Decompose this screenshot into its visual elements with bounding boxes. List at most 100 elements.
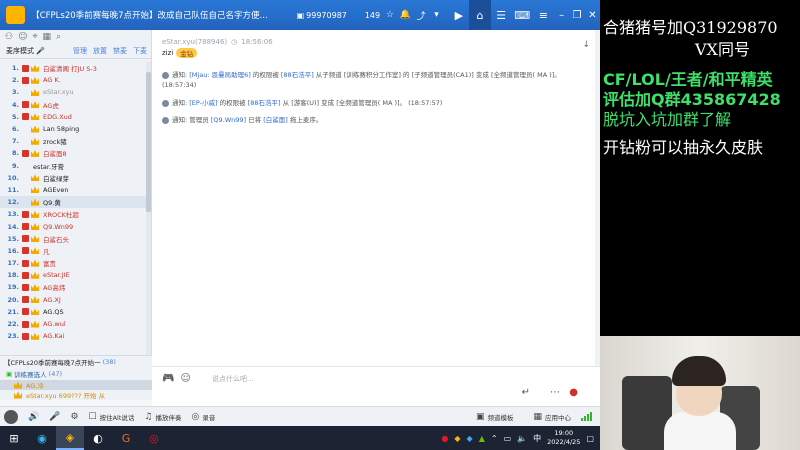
member-row[interactable]: 14. Q9.Wn99 [0, 220, 146, 232]
tray-app-icon[interactable]: ● [441, 434, 448, 443]
user-link[interactable]: [88石浩平] [248, 99, 281, 107]
minimize-button[interactable]: – [554, 0, 569, 30]
member-row[interactable]: 3. eStar.xyu [0, 86, 146, 98]
member-row[interactable]: 8. 白鲨面8 [0, 147, 146, 159]
crown-icon [31, 320, 39, 328]
scroll-down-icon[interactable]: ↓ [582, 40, 590, 50]
settings-button[interactable]: ⚙ [70, 412, 78, 422]
tray-nvidia-icon[interactable]: ▲ [479, 434, 485, 443]
app-center-button[interactable]: ▦ 应用中心 [533, 412, 571, 422]
search-icon[interactable]: ⌕ [56, 32, 61, 42]
member-row[interactable]: 9. estar.牙膏 [0, 160, 146, 172]
speaker-icon[interactable]: 🔈 [517, 434, 527, 443]
avatar[interactable] [4, 409, 18, 424]
action-down[interactable]: 下麦 [133, 46, 147, 56]
member-row[interactable]: 18. eStar.JIE [0, 269, 146, 281]
favorite-star-icon[interactable]: ☆ [384, 9, 396, 21]
member-row[interactable]: 17. 富贵 [0, 257, 146, 269]
list-button[interactable]: ☰ [491, 0, 512, 30]
sub-channel-main[interactable]: 【CFPLs20季前赛每晚7点开始一 (38) [0, 356, 152, 368]
member-row[interactable]: 1. 白鲨清阁 打JU S-3 [0, 62, 146, 74]
obs-icon[interactable]: ◐ [84, 426, 112, 450]
action-manage[interactable]: 管理 [73, 46, 87, 56]
menu-button[interactable]: ≡ [533, 0, 554, 30]
ime-icon[interactable]: 中 [533, 433, 541, 444]
mic-mode-label[interactable]: 麦序模式 [6, 46, 34, 56]
sub-channel-training[interactable]: ▣ 训练赛选人 (47) [0, 368, 152, 380]
emoji-icon[interactable]: ☺ [180, 373, 190, 384]
user-link[interactable]: [EP-小威] [189, 99, 217, 107]
member-row[interactable]: 19. AG高炜 [0, 281, 146, 293]
rank-badge-icon [22, 332, 29, 340]
mic-button[interactable]: 🎤 [49, 412, 60, 422]
smile-icon[interactable]: ☺ [18, 32, 27, 42]
member-scrollbar[interactable] [146, 62, 151, 355]
garena-icon[interactable]: G [112, 426, 140, 450]
crown-icon [31, 296, 39, 304]
windows-taskbar: ⊞ ◉ ◈ ◐ G ◎ ● ◆ ◆ ▲ ⌃ ▭ 🔈 中 19:00 2022/4… [0, 426, 600, 450]
member-row[interactable]: 7. zrock猪 [0, 135, 146, 147]
message-sender[interactable]: eStar.xyu(788946) [162, 38, 227, 46]
more-icon[interactable]: ⋯ [550, 387, 560, 398]
tray-shield-icon[interactable]: ◆ [454, 434, 460, 443]
crown-icon [31, 64, 39, 72]
chat-input[interactable]: 说点什么吧... [212, 374, 254, 384]
member-row[interactable]: 5. EDG.Xud [0, 111, 146, 123]
record-button[interactable]: ◎ 录音 [191, 412, 215, 422]
notification-icon[interactable]: ▢ [586, 434, 594, 443]
home-button[interactable]: ⌂ [469, 0, 491, 30]
edge-icon[interactable]: ◉ [28, 426, 56, 450]
template-button[interactable]: ▣ 频道模板 [476, 412, 514, 422]
user-link[interactable]: [88石浩平] [281, 71, 314, 79]
member-row[interactable]: 4. AG虎 [0, 99, 146, 111]
mic-record-icon[interactable]: ● [569, 387, 578, 398]
start-icon[interactable]: ⊞ [0, 426, 28, 450]
member-row[interactable]: 15. 白鲨石头 [0, 233, 146, 245]
member-row[interactable]: 6. Lan 58ping [0, 123, 146, 135]
member-row[interactable]: 21. AG.QS [0, 306, 146, 318]
gamepad-icon[interactable]: 🎮 [162, 373, 174, 384]
restore-button[interactable]: ❐ [569, 0, 584, 30]
action-mute[interactable]: 禁麦 [113, 46, 127, 56]
member-row[interactable]: 22. AG.wul [0, 318, 146, 330]
game-button[interactable]: ⌨ [512, 0, 533, 30]
send-icon[interactable]: ↵ [522, 387, 530, 398]
chevron-down-icon[interactable]: ▾ [431, 9, 443, 21]
sub-channel-panel: 【CFPLs20季前赛每晚7点开始一 (38) ▣ 训练赛选人 (47) AG.冷 e… [0, 355, 152, 400]
calendar-icon[interactable]: ▦ [43, 32, 52, 42]
crown-icon [31, 259, 39, 267]
member-row[interactable]: 20. AG.XJ [0, 294, 146, 306]
member-row[interactable]: 23. AG.Kai [0, 330, 146, 342]
rank-badge-icon [22, 113, 29, 121]
sub-user-item[interactable]: AG.冷 [0, 380, 152, 390]
action-place[interactable]: 放置 [93, 46, 107, 56]
taskbar-clock[interactable]: 19:00 2022/4/25 [547, 429, 580, 447]
chevron-up-icon[interactable]: ⌃ [491, 434, 498, 443]
close-button[interactable]: ✕ [585, 0, 600, 30]
user-link[interactable]: [Mjau: 恩曼局助理6] [189, 71, 250, 79]
weibo-icon[interactable]: ◎ [140, 426, 168, 450]
tray-security-icon[interactable]: ◆ [467, 434, 473, 443]
crown-icon [31, 283, 39, 291]
yy-taskbar-icon[interactable]: ◈ [56, 426, 84, 450]
member-row[interactable]: 10. 白鲨绿芽 [0, 172, 146, 184]
video-button[interactable]: ▶ [448, 0, 469, 30]
member-row[interactable]: 2. AG K. [0, 74, 146, 86]
location-icon[interactable]: ⌖ [32, 32, 37, 42]
hotkey-toggle[interactable]: ☐ 按住Alt说话 [89, 412, 135, 422]
network-icon[interactable]: ▭ [504, 434, 512, 443]
share-icon[interactable]: ⤴ [415, 9, 427, 22]
crown-icon [31, 235, 39, 243]
person-icon[interactable]: ⚇ [5, 32, 13, 42]
bell-icon[interactable]: 🔔 [400, 9, 412, 21]
user-link[interactable]: [白鲨面] [263, 116, 288, 124]
sub-user-item[interactable]: eStar.xyu 699??? 开始 从 [0, 390, 152, 400]
volume-button[interactable]: 🔊 [28, 412, 39, 422]
music-button[interactable]: ♫ 播放伴奏 [144, 412, 181, 422]
scrollbar-thumb[interactable] [146, 72, 151, 212]
member-row[interactable]: 11. AGEven [0, 184, 146, 196]
member-row[interactable]: 12. Q9.黄 [0, 196, 146, 209]
member-row[interactable]: 13. XROCK杜超 [0, 208, 146, 220]
user-link[interactable]: [Q9.Wn99] [211, 116, 246, 124]
member-row[interactable]: 16. 凡 [0, 245, 146, 257]
